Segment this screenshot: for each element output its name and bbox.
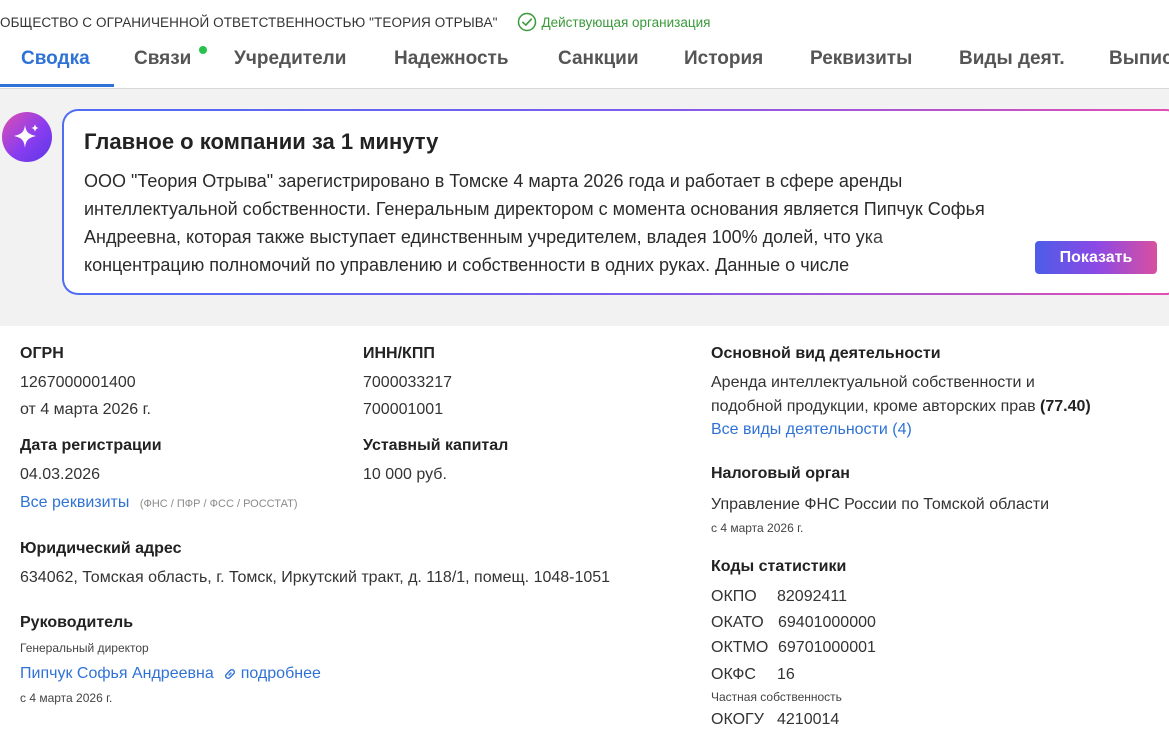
all-requisites-link[interactable]: Все реквизиты: [20, 494, 129, 511]
tab-extract[interactable]: Выпис: [1109, 48, 1169, 70]
activity-code: (77.40): [1040, 398, 1091, 415]
activity-label: Основной вид деятельности: [711, 345, 941, 362]
activity-line-1: Аренда интеллектуальной собственности и: [711, 374, 1035, 391]
okato-label: ОКАТО: [711, 614, 764, 631]
inn-value: 7000033217: [363, 374, 452, 391]
show-more-button[interactable]: Показать: [1035, 241, 1157, 274]
tab-requisites[interactable]: Реквизиты: [810, 48, 912, 70]
okfs-label: ОКФС: [711, 666, 756, 683]
head-label: Руководитель: [20, 614, 134, 631]
okpo-value: 82092411: [777, 588, 847, 605]
org-full-name: ОБЩЕСТВО С ОГРАНИЧЕННОЙ ОТВЕТСТВЕННОСТЬЮ…: [0, 14, 498, 30]
company-details: ОГРН 1267000001400 от 4 марта 2026 г. Да…: [0, 326, 1169, 731]
activity-text: подобной продукции, кроме авторских прав: [711, 398, 1036, 415]
ai-summary-card: Главное о компании за 1 минуту ООО "Теор…: [62, 109, 1169, 295]
tax-authority-date: с 4 марта 2026 г.: [711, 521, 804, 535]
ogrn-date: от 4 марта 2026 г.: [20, 401, 151, 418]
head-row: Пипчук Софья Андреевна подробнее: [20, 665, 321, 683]
tab-bar: Сводка Связи Учредители Надежность Санкц…: [0, 40, 1169, 89]
stat-codes-label: Коды статистики: [711, 558, 847, 575]
tab-history[interactable]: История: [684, 48, 763, 70]
reg-date-label: Дата регистрации: [20, 437, 162, 454]
ogrn-label: ОГРН: [20, 345, 64, 362]
head-more-link[interactable]: подробнее: [241, 665, 321, 683]
tab-summary[interactable]: Сводка: [21, 48, 90, 70]
status-badge: Действующая организация: [517, 12, 710, 32]
oktmo-value: 69701000001: [778, 639, 876, 656]
page: ОБЩЕСТВО С ОГРАНИЧЕННОЙ ОТВЕТСТВЕННОСТЬЮ…: [0, 0, 1169, 731]
ai-summary-title: Главное о компании за 1 минуту: [84, 129, 439, 154]
head-position: Генеральный директор: [20, 641, 149, 655]
address-value: 634062, Томская область, г. Томск, Иркут…: [20, 569, 611, 586]
all-activities-link[interactable]: Все виды деятельности (4): [711, 421, 912, 439]
requisites-sources-note: (ФНС / ПФР / ФСС / РОССТАТ): [139, 498, 298, 510]
tab-connections[interactable]: Связи: [134, 48, 191, 70]
head-name-link[interactable]: Пипчук Софья Андреевна: [20, 665, 214, 683]
tab-founders[interactable]: Учредители: [234, 48, 346, 70]
okfs-value: 16: [777, 666, 795, 683]
oktmo-label: ОКТМО: [711, 639, 769, 656]
org-line: ОБЩЕСТВО С ОГРАНИЧЕННОЙ ОТВЕТСТВЕННОСТЬЮ…: [0, 12, 710, 32]
head-date: с 4 марта 2026 г.: [20, 691, 113, 705]
capital-value: 10 000 руб.: [363, 466, 447, 483]
reg-date-value: 04.03.2026: [20, 466, 101, 483]
sparkle-icon: [2, 112, 52, 162]
address-label: Юридический адрес: [20, 540, 182, 557]
okpo-label: ОКПО: [711, 588, 757, 605]
tab-reliability[interactable]: Надежность: [394, 48, 509, 70]
okfs-note: Частная собственность: [711, 690, 842, 704]
ogrn-value: 1267000001400: [20, 374, 136, 391]
tab-activities[interactable]: Виды деят.: [959, 48, 1065, 70]
status-text: Действующая организация: [541, 14, 711, 30]
ai-summary-line: ООО "Теория Отрыва" зарегистрировано в Т…: [84, 171, 903, 191]
new-indicator-dot: [199, 46, 207, 54]
kpp-value: 700001001: [363, 401, 444, 418]
tax-authority-label: Налоговый орган: [711, 465, 850, 482]
okogu-label: ОКОГУ: [711, 711, 764, 728]
capital-label: Уставный капитал: [363, 437, 509, 454]
link-icon: [223, 667, 237, 681]
active-tab-underline: [0, 84, 114, 87]
okogu-value: 4210014: [777, 711, 840, 728]
tax-authority-value: Управление ФНС России по Томской области: [711, 496, 1050, 513]
okato-value: 69401000000: [778, 614, 876, 631]
company-header: ОБЩЕСТВО С ОГРАНИЧЕННОЙ ОТВЕТСТВЕННОСТЬЮ…: [0, 0, 1169, 89]
check-circle-icon: [517, 12, 537, 32]
all-requisites-row: Все реквизиты (ФНС / ПФР / ФСС / РОССТАТ…: [20, 494, 297, 512]
tab-sanctions[interactable]: Санкции: [558, 48, 639, 70]
ai-summary-inner: Главное о компании за 1 минуту ООО "Теор…: [64, 111, 1169, 293]
inn-kpp-label: ИНН/КПП: [363, 345, 435, 362]
activity-line-2: подобной продукции, кроме авторских прав…: [711, 398, 1091, 416]
ai-summary-line: интеллектуальной собственности. Генераль…: [84, 199, 985, 219]
